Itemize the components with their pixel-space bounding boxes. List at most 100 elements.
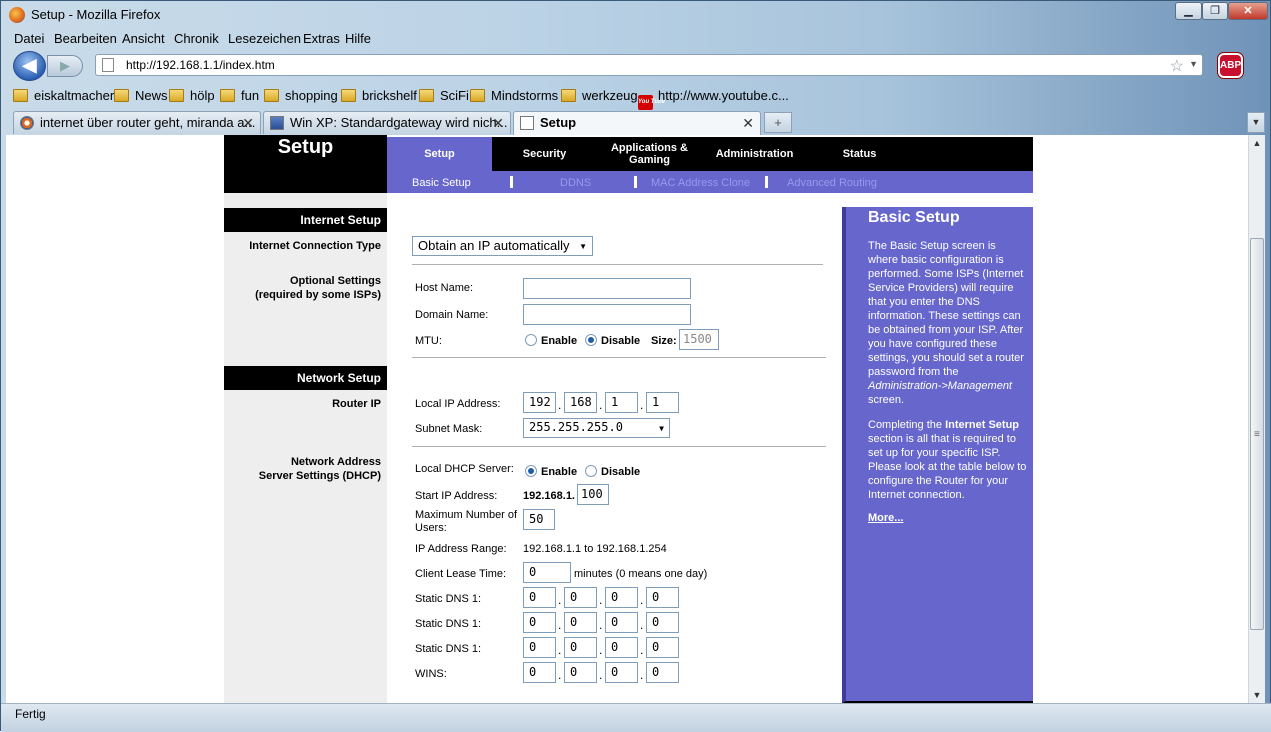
wins-octet-4[interactable]: 0 <box>646 662 679 683</box>
scroll-thumb[interactable]: ≡ <box>1250 238 1264 630</box>
menu-bearbeiten[interactable]: Bearbeiten <box>54 31 117 46</box>
dot-separator: . <box>640 668 644 682</box>
bookmark-star-icon[interactable]: ☆ <box>1170 56 1184 76</box>
bookmark-item[interactable]: SciFi <box>419 88 469 103</box>
connection-type-select[interactable]: Obtain an IP automatically ▼ <box>412 236 593 256</box>
close-tab-icon[interactable]: ✕ <box>492 112 504 134</box>
menu-hilfe[interactable]: Hilfe <box>345 31 371 46</box>
url-dropdown-icon[interactable]: ▼ <box>1189 59 1198 69</box>
close-tab-icon[interactable]: ✕ <box>242 112 254 134</box>
local-ip-octet-1[interactable]: 192 <box>523 392 556 413</box>
bookmark-item[interactable]: hölp <box>169 88 215 103</box>
help-panel: Basic Setup The Basic Setup screen is wh… <box>842 207 1033 703</box>
max-users-input[interactable]: 50 <box>523 509 555 530</box>
dns3-octet-2[interactable]: 0 <box>564 637 597 658</box>
nav-applications-gaming[interactable]: Applications & Gaming <box>597 137 702 171</box>
help-title: Basic Setup <box>868 209 960 226</box>
bookmarks-toolbar: eiskaltmacher News hölp fun shopping bri… <box>1 85 1271 110</box>
subnet-mask-select[interactable]: 255.255.255.0 ▼ <box>523 418 670 438</box>
dns1-octet-1[interactable]: 0 <box>523 587 556 608</box>
dns2-octet-4[interactable]: 0 <box>646 612 679 633</box>
adblock-plus-icon[interactable]: ABP <box>1218 53 1243 78</box>
nav-security[interactable]: Security <box>492 137 597 171</box>
bookmark-item[interactable]: fun <box>220 88 259 103</box>
grip-icon: ≡ <box>1254 429 1260 440</box>
status-text: Fertig <box>15 707 46 721</box>
dns3-octet-3[interactable]: 0 <box>605 637 638 658</box>
local-ip-octet-2[interactable]: 168 <box>564 392 597 413</box>
dns1-octet-2[interactable]: 0 <box>564 587 597 608</box>
dns3-octet-1[interactable]: 0 <box>523 637 556 658</box>
back-button[interactable]: ◀ <box>13 51 46 81</box>
tab-miranda[interactable]: internet über router geht, miranda a... … <box>13 111 261 134</box>
bookmark-item[interactable]: werkzeug <box>561 88 638 103</box>
bookmark-item[interactable]: eiskaltmacher <box>13 88 114 103</box>
minimize-button[interactable]: ▁ <box>1175 2 1202 20</box>
host-name-input[interactable] <box>523 278 691 299</box>
scroll-down-icon[interactable]: ▼ <box>1249 687 1265 703</box>
folder-icon <box>341 89 356 102</box>
dhcp-enable-radio[interactable]: Enable <box>525 465 577 478</box>
dhcp-disable-radio[interactable]: Disable <box>585 465 640 478</box>
close-window-button[interactable]: ✕ <box>1228 2 1268 20</box>
subnav-ddns[interactable]: DDNS <box>560 177 591 189</box>
start-ip-input[interactable]: 100 <box>577 484 609 505</box>
sub-nav: Basic Setup DDNS MAC Address Clone Advan… <box>387 171 1033 193</box>
subnav-advanced-routing[interactable]: Advanced Routing <box>787 177 877 189</box>
mtu-disable-radio[interactable]: Disable <box>585 334 640 347</box>
close-tab-icon[interactable]: ✕ <box>742 112 754 134</box>
lease-time-input[interactable]: 0 <box>523 562 571 583</box>
subnav-divider <box>510 176 513 188</box>
scroll-up-icon[interactable]: ▲ <box>1249 135 1265 151</box>
dns1-label: Static DNS 1: <box>415 593 482 605</box>
menu-extras[interactable]: Extras <box>303 31 340 46</box>
ip-range-value: 192.168.1.1 to 192.168.1.254 <box>523 543 667 555</box>
nav-setup[interactable]: Setup <box>387 137 492 171</box>
dns1-octet-3[interactable]: 0 <box>605 587 638 608</box>
wins-octet-1[interactable]: 0 <box>523 662 556 683</box>
local-ip-label: Local IP Address: <box>415 398 501 410</box>
mtu-enable-radio[interactable]: Enable <box>525 334 577 347</box>
subnav-basic-setup[interactable]: Basic Setup <box>412 177 471 189</box>
page-icon <box>520 116 534 130</box>
dot-separator: . <box>558 643 562 657</box>
local-ip-octet-4[interactable]: 1 <box>646 392 679 413</box>
bookmark-item[interactable]: You Tubehttp://www.youtube.c... <box>638 88 789 110</box>
dhcp-server-label: Local DHCP Server: <box>415 463 514 475</box>
bookmark-item[interactable]: shopping <box>264 88 338 103</box>
dns3-octet-4[interactable]: 0 <box>646 637 679 658</box>
menu-ansicht[interactable]: Ansicht <box>122 31 165 46</box>
nav-administration[interactable]: Administration <box>702 137 807 171</box>
menu-chronik[interactable]: Chronik <box>174 31 219 46</box>
dns1-octet-4[interactable]: 0 <box>646 587 679 608</box>
tab-list-button[interactable]: ▼ <box>1247 112 1265 133</box>
subnav-mac-clone[interactable]: MAC Address Clone <box>651 177 750 189</box>
label-optional-settings: Optional Settings <box>289 275 381 287</box>
maximize-button[interactable]: ❐ <box>1202 2 1228 20</box>
domain-name-input[interactable] <box>523 304 691 325</box>
new-tab-button[interactable]: + <box>764 112 792 133</box>
local-ip-octet-3[interactable]: 1 <box>605 392 638 413</box>
bookmark-item[interactable]: brickshelf <box>341 88 417 103</box>
nav-status[interactable]: Status <box>807 137 912 171</box>
mtu-size-input[interactable]: 1500 <box>679 329 719 350</box>
dns2-octet-2[interactable]: 0 <box>564 612 597 633</box>
help-more-link[interactable]: More... <box>868 512 903 524</box>
dns2-octet-1[interactable]: 0 <box>523 612 556 633</box>
bookmark-item[interactable]: News <box>114 88 168 103</box>
folder-icon <box>470 89 485 102</box>
tab-setup[interactable]: Setup ✕ <box>513 111 761 135</box>
tab-winxp[interactable]: Win XP: Standardgateway wird nich... ✕ <box>263 111 511 134</box>
url-text[interactable]: http://192.168.1.1/index.htm <box>126 58 275 72</box>
bookmark-item[interactable]: Mindstorms <box>470 88 558 103</box>
vertical-scrollbar[interactable]: ▲ ≡ ▼ <box>1248 135 1265 703</box>
wins-octet-3[interactable]: 0 <box>605 662 638 683</box>
forward-button[interactable]: ▶ <box>47 55 83 77</box>
lease-time-label: Client Lease Time: <box>415 568 507 580</box>
url-bar[interactable]: http://192.168.1.1/index.htm ☆ ▼ <box>95 54 1203 76</box>
menu-datei[interactable]: Datei <box>14 31 44 46</box>
dot-separator: . <box>599 593 603 607</box>
menu-lesezeichen[interactable]: Lesezeichen <box>228 31 301 46</box>
wins-octet-2[interactable]: 0 <box>564 662 597 683</box>
dns2-octet-3[interactable]: 0 <box>605 612 638 633</box>
